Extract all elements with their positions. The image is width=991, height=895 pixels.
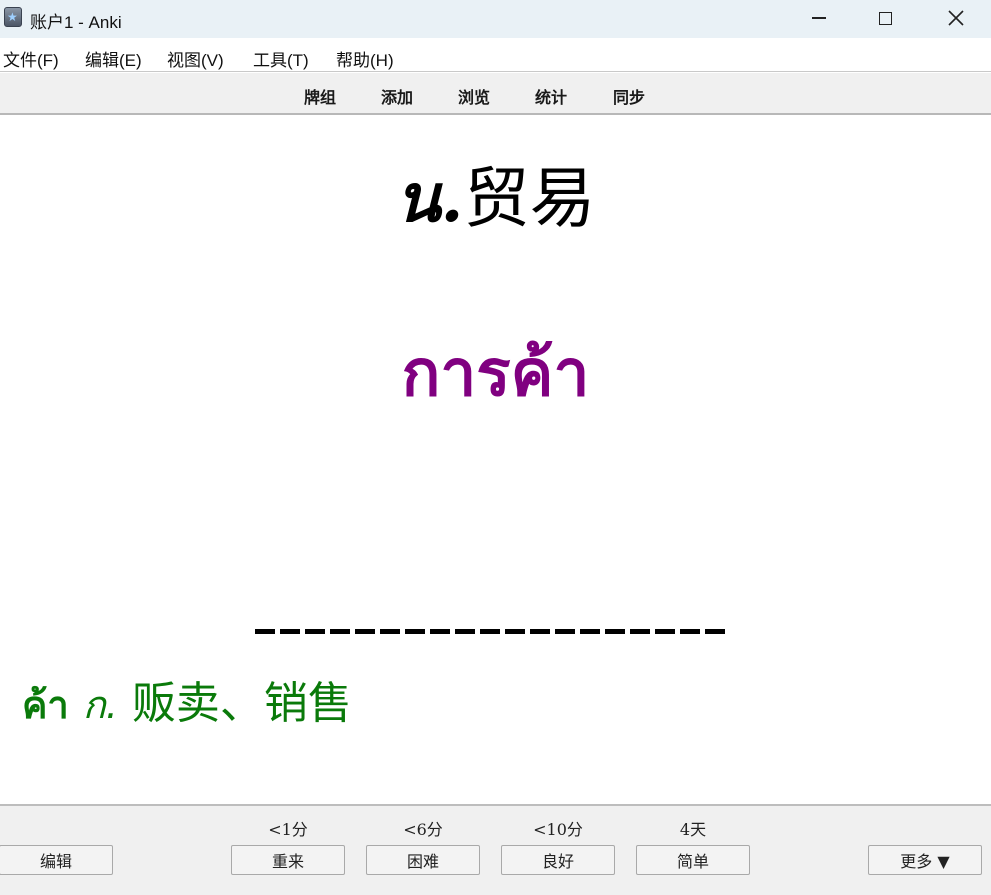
- anki-star-icon[interactable]: ★: [4, 7, 22, 27]
- toolbar-add[interactable]: 添加: [381, 84, 413, 108]
- menu-help[interactable]: 帮助(H): [336, 46, 394, 71]
- main-toolbar: 牌组 添加 浏览 统计 同步: [0, 73, 991, 115]
- minimize-icon: [812, 17, 826, 19]
- card-question: น.贸易: [0, 158, 991, 239]
- example-line: ค้า ก. 贩卖、销售: [22, 676, 352, 733]
- title-bar: ★ 账户1 - Anki: [0, 0, 991, 38]
- close-icon: [948, 10, 964, 26]
- interval-good: <10分: [533, 820, 583, 839]
- hard-button[interactable]: 困难: [366, 845, 480, 875]
- interval-hard: <6分: [403, 820, 443, 839]
- maximize-icon: [878, 11, 892, 25]
- example-meaning: 贩卖、销售: [131, 678, 352, 729]
- menu-edit[interactable]: 编辑(E): [85, 46, 142, 71]
- menu-file[interactable]: 文件(F): [3, 46, 59, 71]
- toolbar-stats[interactable]: 统计: [535, 84, 567, 108]
- toolbar-sync[interactable]: 同步: [613, 84, 645, 108]
- example-part-of-speech: ก.: [82, 683, 118, 727]
- interval-again: <1分: [268, 820, 308, 839]
- again-button[interactable]: 重来: [231, 845, 345, 875]
- menu-view[interactable]: 视图(V): [167, 46, 224, 71]
- menu-bar: 文件(F) 编辑(E) 视图(V) 工具(T) 帮助(H): [0, 38, 991, 72]
- edit-button[interactable]: 编辑: [0, 845, 113, 875]
- good-button[interactable]: 良好: [501, 845, 615, 875]
- minimize-button[interactable]: [796, 0, 842, 36]
- window-title: 账户1 - Anki: [30, 13, 122, 32]
- close-button[interactable]: [933, 0, 979, 36]
- toolbar-decks[interactable]: 牌组: [304, 84, 336, 108]
- easy-button[interactable]: 简单: [636, 845, 750, 875]
- toolbar-browse[interactable]: 浏览: [458, 84, 490, 108]
- maximize-button[interactable]: [862, 0, 908, 36]
- thai-word: การค้า: [401, 337, 590, 411]
- menu-tools[interactable]: 工具(T): [253, 46, 309, 71]
- example-thai: ค้า: [22, 683, 69, 727]
- more-button[interactable]: 更多 ▼: [868, 845, 982, 875]
- word-part-of-speech: น.: [395, 159, 464, 237]
- answer-divider: [255, 629, 727, 634]
- word-meaning: 贸易: [463, 160, 596, 237]
- answer-bar: <1分 <6分 <10分 4天 编辑 重来 困难 良好 简单 更多 ▼: [0, 804, 991, 895]
- card-content: น.贸易 การค้า ค้า ก. 贩卖、销售: [0, 116, 991, 804]
- interval-easy: 4天: [679, 820, 707, 839]
